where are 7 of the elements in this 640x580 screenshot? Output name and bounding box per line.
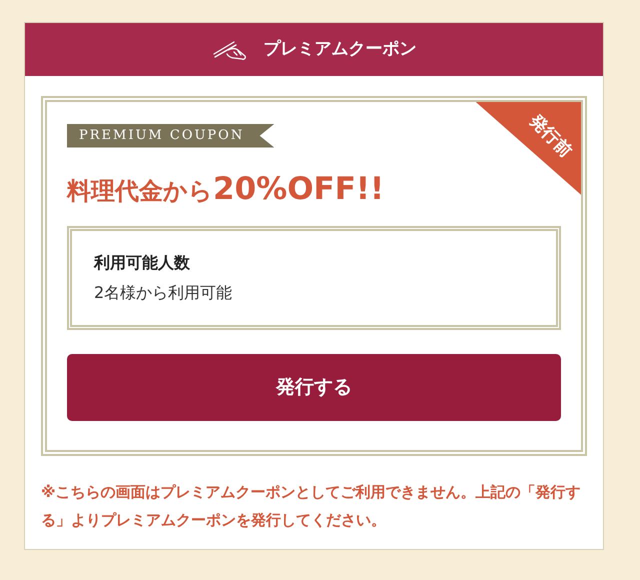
header-title: プレミアムクーポン bbox=[264, 38, 416, 61]
notice-text: ※こちらの画面はプレミアムクーポンとしてご利用できません。上記の「発行する」よりプレミアムクーポンを発行してください。 bbox=[40, 482, 582, 531]
coupon-title: 料理代金から 20%OFF!! bbox=[67, 170, 386, 208]
premium-coupon-label: PREMIUM COUPON bbox=[67, 124, 274, 148]
info-value: 2名様から利用可能 bbox=[94, 282, 234, 304]
issue-button[interactable]: 発行する bbox=[67, 354, 561, 421]
info-heading: 利用可能人数 bbox=[94, 252, 191, 274]
